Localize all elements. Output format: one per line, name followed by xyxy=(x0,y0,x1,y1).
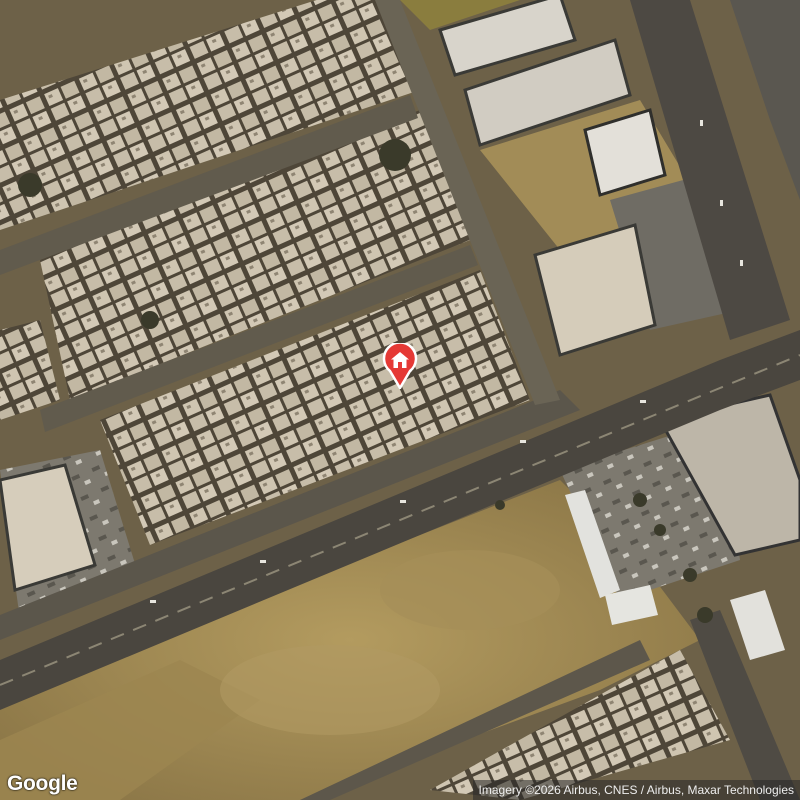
satellite-imagery xyxy=(0,0,800,800)
google-logo[interactable]: Google xyxy=(7,772,78,796)
imagery-attribution: Imagery ©2026 Airbus, CNES / Airbus, Max… xyxy=(472,780,800,800)
satellite-map[interactable]: Google Imagery ©2026 Airbus, CNES / Airb… xyxy=(0,0,800,800)
location-marker[interactable] xyxy=(382,341,418,390)
home-icon xyxy=(382,341,418,390)
